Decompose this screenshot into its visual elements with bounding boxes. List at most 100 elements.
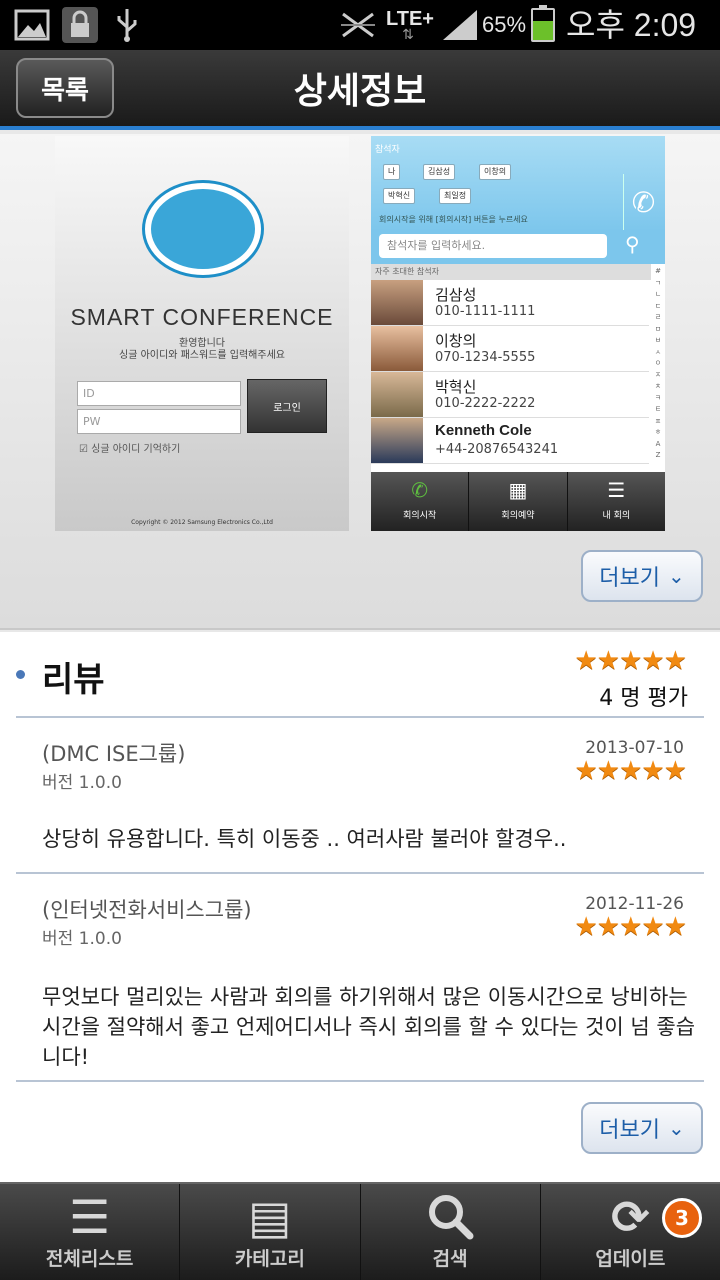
index-letter: Z [655,451,661,459]
index-letter: ㅂ [654,336,662,344]
alphabet-index: # ㄱㄴㄷㄹㅁㅂㅅㅇㅈㅊㅋㅌㅍㅎ A Z [651,266,665,462]
contact-name: Kenneth Cole [435,422,532,439]
divider [16,1080,704,1082]
list-icon: ☰ [607,478,626,502]
nav-label: 업데이트 [595,1248,666,1270]
remember-id-label: 싱글 아이디 기억하기 [91,444,181,455]
rating-count: 4 명 평가 [599,686,688,711]
tab-my-meetings: ☰ 내 회의 [568,472,665,531]
nav-label: 검색 [432,1248,468,1270]
review-date: 2012-11-26 [585,894,684,914]
calendar-icon: ▦ [508,478,528,502]
reviews-more-button[interactable]: 더보기 ⌄ [581,1102,703,1154]
contact-row: Kenneth Cole +44-20876543241 [371,418,649,464]
contact-phone: 070-1234-5555 [435,350,536,365]
contact-phone: 010-1111-1111 [435,304,536,319]
search-icon: ⚲ [625,232,640,256]
attendee-chip: 최일정 [439,188,472,204]
index-letter: ㅈ [654,370,662,379]
contact-photo [371,326,423,371]
index-letter: ㄴ [654,290,662,298]
tab-label: 내 회의 [602,511,631,521]
screenshot-contacts[interactable]: 참석자 나 김삼성 이창의 박혁신 최일정 회의시작을 위해 [회의시작] 버튼… [371,136,665,531]
lock-icon [60,6,100,44]
more-label: 더보기 [599,1118,660,1143]
index-letter: # [655,267,661,275]
list-icon: ☰ [69,1190,111,1244]
divider [16,872,704,874]
contact-photo [371,418,423,463]
index-letter: ㄱ [654,278,662,287]
contact-photo [371,372,423,417]
review-version: 버전 1.0.0 [42,929,122,949]
index-letter: A [655,439,661,448]
chevron-down-icon: ⌄ [667,564,685,588]
reviews-title: 리뷰 [42,660,105,700]
title-bar: 목록 상세정보 [0,50,720,130]
remember-id-checkbox: ☑ 싱글 아이디 기억하기 [79,444,181,455]
index-letter: ㅅ [654,347,662,356]
conference-tabbar: ✆ 회의시작 ▦ 회의예약 ☰ 내 회의 [371,472,665,531]
image-icon [12,6,52,44]
nav-category[interactable]: ▤ 카테고리 [180,1184,361,1280]
index-letter: ㅋ [654,393,662,402]
attendee-chip: 김삼성 [423,164,456,180]
data-arrows-icon: ⇅ [402,27,414,43]
back-to-list-button[interactable]: 목록 [16,58,114,118]
login-pw-field: PW [77,409,241,434]
more-label: 더보기 [599,566,660,591]
tab-label: 회의예약 [501,511,535,521]
attendee-search-input: 참석자를 입력하세요. [379,234,607,258]
tab-reserve-meeting: ▦ 회의예약 [469,472,568,531]
review-author: (인터넷전화서비스그룹) [42,898,252,922]
review-author: (DMC ISE그룹) [42,742,186,766]
screenshots-more-button[interactable]: 더보기 ⌄ [581,550,703,602]
index-letter: ㅍ [654,416,662,425]
app-logo [142,180,264,278]
phone-icon: ✆ [623,174,663,230]
screenshot-gallery: SMART CONFERENCE 환영합니다 싱글 아이디와 패스워드를 입력해… [0,134,720,630]
attendee-chip: 나 [383,164,401,180]
index-letter: ㅁ [654,324,662,333]
phone-icon: ✆ [411,478,429,502]
nav-label: 카테고리 [234,1248,305,1270]
nav-update[interactable]: ⟳ 업데이트 3 [541,1184,720,1280]
attendee-header: 참석자 나 김삼성 이창의 박혁신 최일정 회의시작을 위해 [회의시작] 버튼… [371,136,665,232]
reviews-section: 리뷰 ★★★★★ 4 명 평가 (DMC ISE그룹) 버전 1.0.0 201… [0,632,720,1182]
attendee-header-title: 참석자 [375,145,400,155]
contact-row: 박혁신 010-2222-2222 [371,372,649,418]
index-letter: ㅇ [654,359,662,367]
index-letter: ㅎ [654,428,662,436]
contact-row: 이창의 070-1234-5555 [371,326,649,372]
contact-name: 김삼성 [435,286,477,304]
index-letter: ㄹ [654,313,662,321]
usb-icon [112,6,142,44]
battery-percent: 65% [482,12,527,37]
review-stars: ★★★★★ [574,756,687,786]
nav-all-list[interactable]: ☰ 전체리스트 [0,1184,181,1280]
contact-photo [371,280,423,325]
status-bar: LTE+ ⇅ 65% 오후 2:09 [0,0,720,50]
attendee-chip: 이창의 [479,164,512,180]
nav-search[interactable]: 검색 [361,1184,541,1280]
index-letter: ㄷ [654,301,662,310]
review-date: 2013-07-10 [585,738,684,758]
no-signal-icon [338,6,378,44]
update-count-badge: 3 [662,1198,702,1238]
review-stars: ★★★★★ [574,912,687,942]
clock: 오후 2:09 [566,7,697,43]
review-version: 버전 1.0.0 [42,773,122,793]
login-app-title: SMART CONFERENCE [70,304,334,330]
attendee-chip: 박혁신 [383,188,416,204]
bullet-icon [16,670,25,679]
search-icon [361,1184,540,1244]
contact-name: 박혁신 [435,378,477,396]
frequent-section-label: 자주 초대한 참석자 [371,264,651,280]
login-button: 로그인 [247,379,327,433]
contact-row: 김삼성 010-1111-1111 [371,280,649,326]
divider [16,716,704,718]
screenshot-login[interactable]: SMART CONFERENCE 환영합니다 싱글 아이디와 패스워드를 입력해… [55,136,349,531]
contact-phone: +44-20876543241 [435,442,559,457]
contact-phone: 010-2222-2222 [435,396,536,411]
signal-icon [440,6,480,44]
